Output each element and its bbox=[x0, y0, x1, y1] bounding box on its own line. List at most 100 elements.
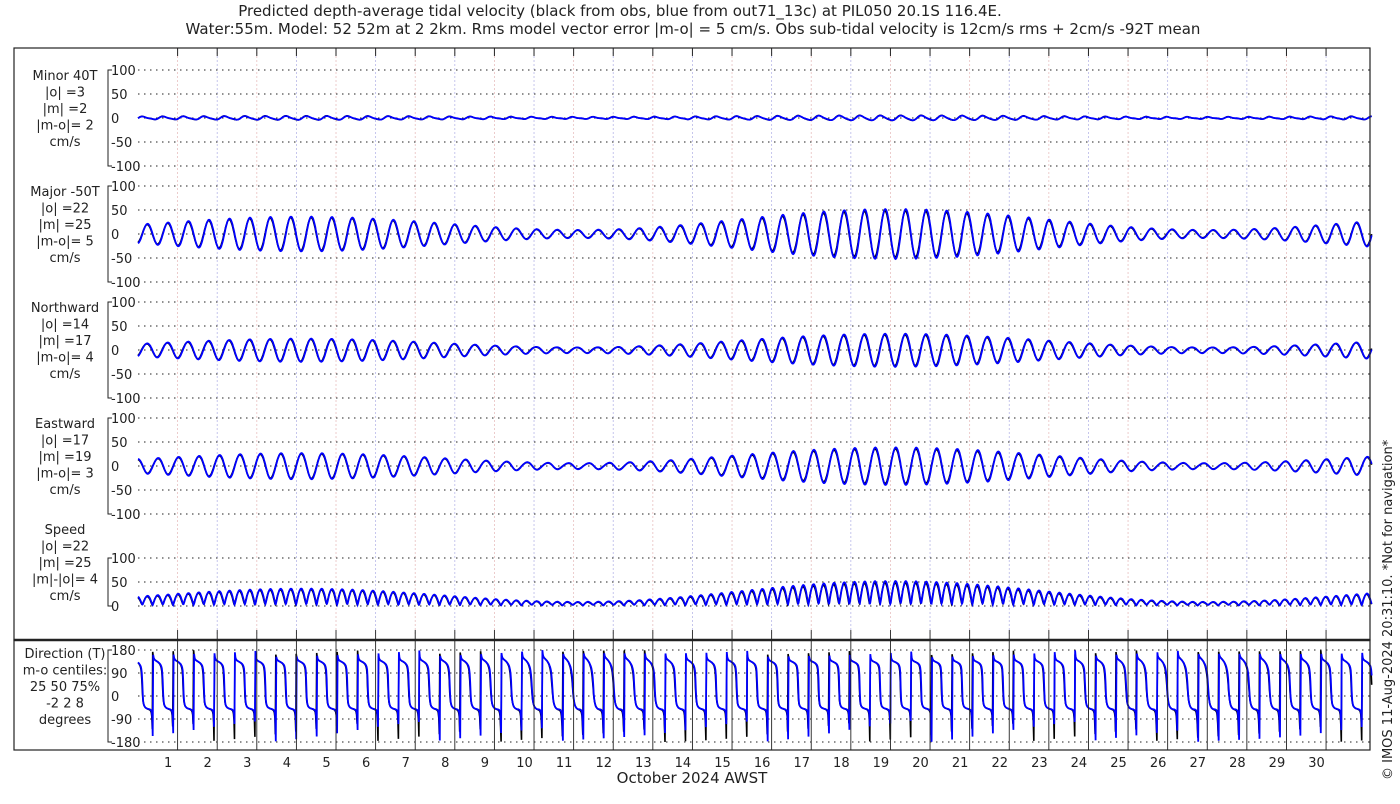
panel-label: m-o centiles: bbox=[23, 664, 108, 679]
x-tick-label: 8 bbox=[441, 756, 449, 771]
x-tick-label: 18 bbox=[833, 756, 850, 771]
y-tick-label: -50 bbox=[111, 252, 132, 267]
series-model-minor bbox=[137, 114, 1372, 122]
y-tick-label: 50 bbox=[111, 204, 128, 219]
y-tick-label: -90 bbox=[111, 713, 132, 728]
panel-label: |m| =2 bbox=[43, 102, 88, 117]
panel-label: |m| =25 bbox=[39, 218, 92, 233]
x-tick-label: 27 bbox=[1189, 756, 1206, 771]
x-tick-label: 6 bbox=[362, 756, 370, 771]
y-tick-label: 100 bbox=[111, 180, 136, 195]
panel-major: 100 50 0 -50 -100 Major -50T |o| =22|m| =25 |m-… bbox=[30, 180, 1373, 291]
x-tick-label: 3 bbox=[243, 756, 251, 771]
y-tick-label: -50 bbox=[111, 484, 132, 499]
panel-label: cm/s bbox=[50, 367, 81, 382]
footer-credit: © IMOS 11-Aug-2024 20:31:10. *Not for na… bbox=[1381, 439, 1396, 780]
panel-label: Speed bbox=[45, 523, 86, 538]
y-tick-label: -100 bbox=[111, 392, 141, 407]
y-tick-label: -100 bbox=[111, 508, 141, 523]
y-tick-label: 100 bbox=[111, 64, 136, 79]
x-tick-label: 12 bbox=[595, 756, 612, 771]
series-model-dir bbox=[137, 650, 1373, 742]
panel-label: cm/s bbox=[50, 589, 81, 604]
y-tick-label: 0 bbox=[111, 112, 119, 127]
y-tick-label: -50 bbox=[111, 368, 132, 383]
x-tick-label: 26 bbox=[1150, 756, 1167, 771]
panel-label: -2 2 8 bbox=[46, 697, 84, 712]
x-tick-label: 23 bbox=[1031, 756, 1048, 771]
x-tick-label: 11 bbox=[556, 756, 573, 771]
chart-title-line-2: Water:55m. Model: 52 52m at 2 2km. Rms m… bbox=[186, 20, 1201, 38]
panel-label: cm/s bbox=[50, 483, 81, 498]
x-tick-label: 22 bbox=[991, 756, 1008, 771]
panel-label: degrees bbox=[39, 713, 92, 728]
panel-label: Eastward bbox=[35, 417, 95, 432]
y-tick-label: 50 bbox=[111, 88, 128, 103]
panel-label: |m-o|= 3 bbox=[36, 467, 94, 482]
y-tick-label: 100 bbox=[111, 296, 136, 311]
panel-label: |m-o|= 4 bbox=[36, 351, 94, 366]
y-tick-label: 90 bbox=[111, 667, 128, 682]
panel-label: |o| =3 bbox=[45, 86, 85, 101]
panel-speed: 100 50 0 Speed |o| =22|m| =25 |m|-|o|= 4cm/s bbox=[32, 523, 1373, 615]
x-tick-label: 28 bbox=[1229, 756, 1246, 771]
x-axis-label: October 2024 AWST bbox=[617, 769, 769, 787]
panel-east: 100 50 0 -50 -100 Eastward |o| =17|m| =19 |m-o|… bbox=[35, 412, 1373, 523]
panel-label: |m-o|= 2 bbox=[36, 119, 94, 134]
y-tick-label: 180 bbox=[111, 644, 136, 659]
panel-label: 25 50 75% bbox=[30, 680, 100, 695]
y-tick-label: 0 bbox=[111, 600, 119, 615]
tidal-velocity-chart: Predicted depth-average tidal velocity (… bbox=[13, 2, 1396, 787]
x-tick-label: 29 bbox=[1269, 756, 1286, 771]
y-tick-label: 100 bbox=[111, 552, 136, 567]
panel-label: cm/s bbox=[50, 251, 81, 266]
x-tick-label: 7 bbox=[402, 756, 410, 771]
y-tick-label: 0 bbox=[111, 228, 119, 243]
x-tick-label: 21 bbox=[952, 756, 969, 771]
x-tick-label: 25 bbox=[1110, 756, 1127, 771]
panel-label: |o| =17 bbox=[41, 434, 89, 449]
panel-label: Minor 40T bbox=[33, 69, 98, 84]
panel-dir: 180 90 0 -90 -180 Direction (T) m-o centiles:2… bbox=[23, 644, 1373, 751]
panel-label: cm/s bbox=[50, 135, 81, 150]
y-tick-label: 0 bbox=[111, 460, 119, 475]
y-tick-label: 0 bbox=[111, 690, 119, 705]
panel-label: |m-o|= 5 bbox=[36, 235, 94, 250]
x-tick-label: 19 bbox=[873, 756, 890, 771]
panel-label: Major -50T bbox=[30, 185, 99, 200]
y-tick-label: 100 bbox=[111, 412, 136, 427]
panel-label: |m| =19 bbox=[39, 450, 92, 465]
panel-label: |m|-|o|= 4 bbox=[32, 573, 98, 588]
panel-label: |m| =17 bbox=[39, 334, 92, 349]
y-tick-label: -180 bbox=[111, 736, 141, 751]
chart-title-line-1: Predicted depth-average tidal velocity (… bbox=[238, 2, 1002, 21]
series-model-north bbox=[137, 332, 1373, 368]
x-tick-label: 2 bbox=[204, 756, 212, 771]
panel-label: Direction (T) bbox=[25, 647, 106, 662]
y-tick-label: -50 bbox=[111, 136, 132, 151]
y-tick-label: -100 bbox=[111, 276, 141, 291]
y-tick-label: 0 bbox=[111, 344, 119, 359]
x-tick-label: 1 bbox=[164, 756, 172, 771]
y-tick-label: 50 bbox=[111, 320, 128, 335]
y-tick-label: 50 bbox=[111, 436, 128, 451]
x-tick-label: 5 bbox=[322, 756, 330, 771]
x-tick-label: 24 bbox=[1071, 756, 1088, 771]
y-tick-label: -100 bbox=[111, 160, 141, 175]
x-tick-label: 30 bbox=[1308, 756, 1325, 771]
panel-north: 100 50 0 -50 -100 Northward |o| =14|m| =17 |m-o… bbox=[31, 296, 1373, 407]
panel-label: |o| =22 bbox=[41, 202, 89, 217]
x-tick-label: 9 bbox=[481, 756, 489, 771]
y-tick-label: 50 bbox=[111, 576, 128, 591]
panel-label: Northward bbox=[31, 301, 99, 316]
panel-label: |o| =22 bbox=[41, 540, 89, 555]
x-tick-label: 10 bbox=[516, 756, 533, 771]
x-tick-label: 17 bbox=[793, 756, 810, 771]
series-model-east bbox=[137, 446, 1373, 486]
panel-minor: 100 50 0 -50 -100 Minor 40T |o| =3|m| =2 |m-o|=… bbox=[33, 64, 1372, 175]
series-model-major bbox=[137, 208, 1373, 261]
x-tick-label: 20 bbox=[912, 756, 929, 771]
panel-label: |o| =14 bbox=[41, 318, 89, 333]
x-tick-label: 4 bbox=[283, 756, 291, 771]
panel-label: |m| =25 bbox=[39, 556, 92, 571]
